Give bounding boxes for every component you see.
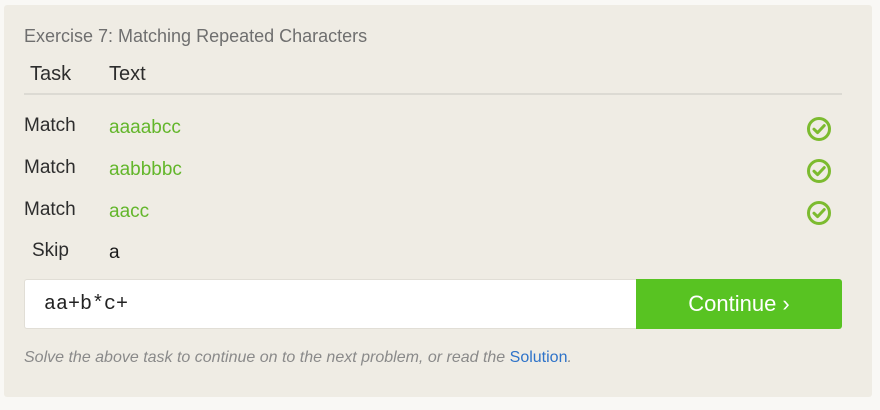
table-row: Skip a — [24, 240, 842, 280]
header-divider — [24, 93, 842, 95]
task-label: Match — [24, 199, 76, 220]
task-label: Match — [24, 157, 76, 178]
continue-button[interactable]: Continue › — [636, 279, 842, 329]
solution-link[interactable]: Solution — [510, 349, 568, 366]
task-label: Skip — [32, 240, 69, 261]
table-row: Match aaaabcc — [24, 115, 842, 155]
header-task: Task — [30, 63, 72, 85]
regex-input[interactable] — [25, 280, 636, 328]
task-text: a — [109, 242, 120, 263]
footer-hint: Solve the above task to continue on to t… — [24, 349, 572, 367]
task-text: aaaabcc — [109, 117, 181, 138]
table-header: Task Text — [24, 63, 842, 93]
regex-input-wrapper — [24, 279, 636, 329]
check-circle-icon — [807, 117, 831, 141]
task-label: Match — [24, 115, 76, 136]
table-row: Match aacc — [24, 199, 842, 239]
table-row: Match aabbbbc — [24, 157, 842, 197]
exercise-title: Exercise 7: Matching Repeated Characters — [24, 26, 368, 46]
task-text: aacc — [109, 201, 150, 222]
check-circle-icon — [807, 201, 831, 225]
header-text: Text — [109, 63, 146, 85]
footer-period: . — [567, 349, 572, 366]
task-text: aabbbbc — [109, 159, 182, 180]
footer-text: Solve the above task to continue on to t… — [24, 349, 510, 366]
check-circle-icon — [807, 159, 831, 183]
